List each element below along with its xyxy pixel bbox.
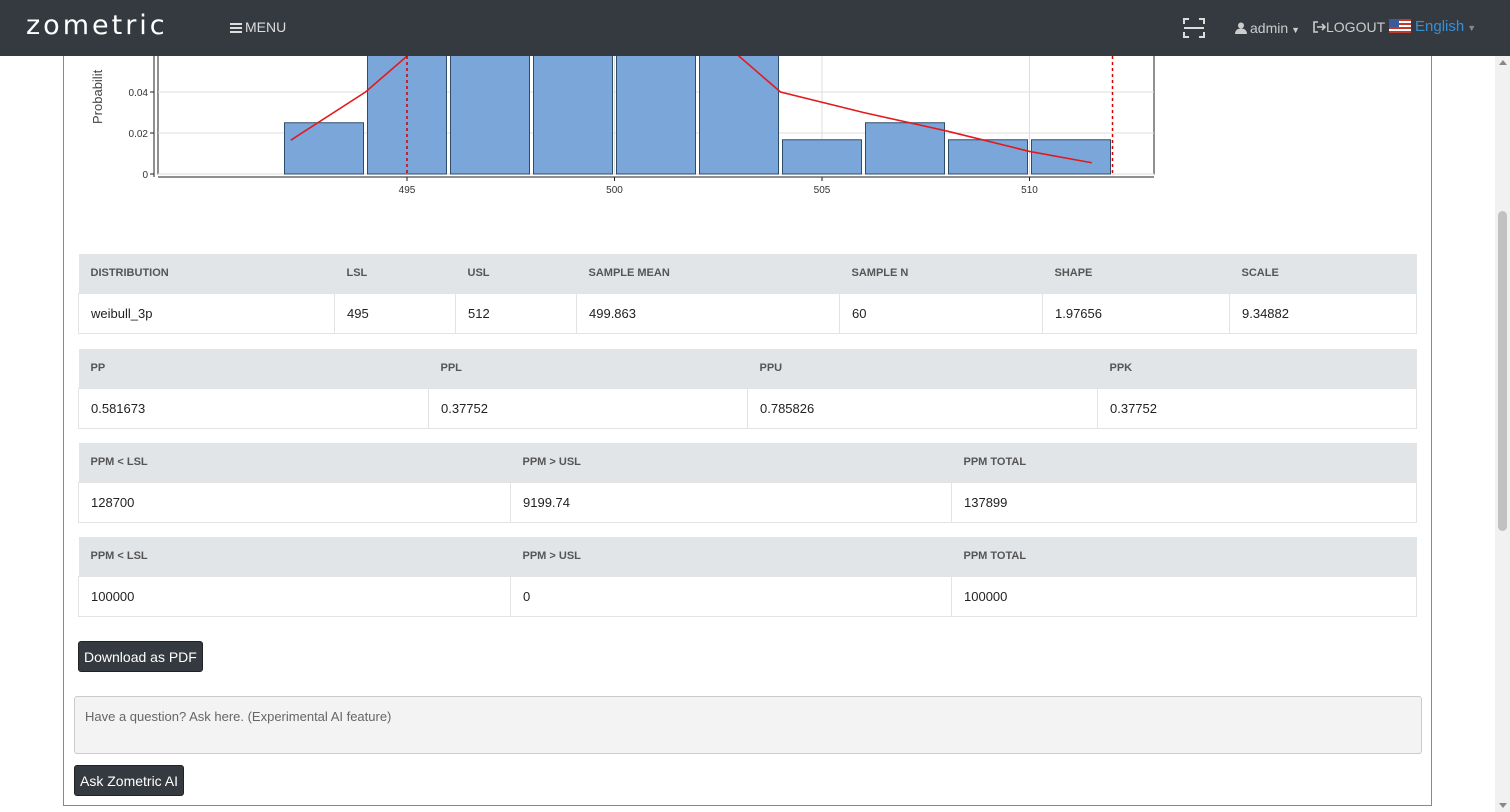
scroll-down-arrow-icon[interactable] xyxy=(1499,803,1507,808)
table-cell: 60 xyxy=(839,292,1043,334)
distribution-table: DISTRIBUTION LSL USL SAMPLE MEAN SAMPLE … xyxy=(78,254,1417,334)
menu-label: MENU xyxy=(245,19,287,35)
logo[interactable]: zometric xyxy=(26,10,168,41)
histogram-bar xyxy=(1031,139,1111,175)
col-header: SAMPLE MEAN xyxy=(576,254,840,293)
table-cell: 495 xyxy=(334,292,456,334)
col-header: PPK xyxy=(1097,349,1417,388)
us-flag-icon xyxy=(1389,19,1411,33)
table-cell: 499.863 xyxy=(576,292,840,334)
col-header: SAMPLE N xyxy=(839,254,1043,293)
table-cell: 128700 xyxy=(78,481,511,523)
histogram-bar xyxy=(699,56,779,175)
histogram-bar xyxy=(782,139,862,175)
table-cell: 100000 xyxy=(78,575,511,617)
table-cell: 0.37752 xyxy=(428,387,748,429)
histogram-bar xyxy=(865,122,945,175)
col-header: PPL xyxy=(428,349,748,388)
y-tick-label: 0.02 xyxy=(129,129,149,140)
table-cell: 0.581673 xyxy=(78,387,429,429)
download-pdf-button[interactable]: Download as PDF xyxy=(78,641,203,672)
table-cell: weibull_3p xyxy=(78,292,335,334)
col-header: PPM TOTAL xyxy=(951,537,1417,576)
language-selector[interactable]: English ▼ xyxy=(1389,18,1476,35)
x-tick-label: 510 xyxy=(1021,185,1038,196)
logout-label: LOGOUT xyxy=(1326,19,1386,35)
x-tick-label: 495 xyxy=(399,185,416,196)
col-header: SHAPE xyxy=(1042,254,1230,293)
scroll-up-arrow-icon[interactable] xyxy=(1499,60,1507,65)
table-cell: 0 xyxy=(510,575,952,617)
histogram-bar xyxy=(533,56,613,175)
ppm-expected-table: PPM < LSL PPM > USL PPM TOTAL 128700 919… xyxy=(78,443,1417,523)
x-tick-label: 500 xyxy=(606,185,623,196)
table-cell: 0.785826 xyxy=(747,387,1098,429)
page-scrollbar[interactable] xyxy=(1495,56,1510,812)
col-header: PPM > USL xyxy=(510,537,952,576)
table-cell: 9199.74 xyxy=(510,481,952,523)
top-navbar: zometric MENU admin ▼ LOGOUT English ▼ xyxy=(0,0,1510,56)
x-tick-label: 505 xyxy=(814,185,831,196)
col-header: LSL xyxy=(334,254,456,293)
ask-question-input[interactable]: Have a question? Ask here. (Experimental… xyxy=(74,696,1422,754)
histogram-bar xyxy=(284,122,364,175)
scan-icon[interactable] xyxy=(1182,16,1206,40)
y-tick-label: 0 xyxy=(142,170,148,181)
histogram-bar xyxy=(450,56,530,175)
ppm-observed-table: PPM < LSL PPM > USL PPM TOTAL 100000 0 1… xyxy=(78,537,1417,617)
col-header: DISTRIBUTION xyxy=(78,254,335,293)
histogram-bar xyxy=(616,56,696,175)
scrollbar-thumb[interactable] xyxy=(1498,211,1507,531)
hamburger-icon xyxy=(230,23,242,33)
table-cell: 512 xyxy=(455,292,577,334)
col-header: PPU xyxy=(747,349,1098,388)
caret-down-icon: ▼ xyxy=(1467,23,1477,33)
col-header: PPM > USL xyxy=(510,443,952,482)
table-row: 128700 9199.74 137899 xyxy=(78,481,1417,523)
ask-ai-button[interactable]: Ask Zometric AI xyxy=(74,765,185,796)
logout-button[interactable]: LOGOUT xyxy=(1313,19,1385,35)
table-row: weibull_3p 495 512 499.863 60 1.97656 9.… xyxy=(78,292,1417,334)
table-cell: 9.34882 xyxy=(1229,292,1417,334)
table-row: 100000 0 100000 xyxy=(78,575,1417,617)
user-label: admin xyxy=(1250,20,1289,36)
table-row: 0.581673 0.37752 0.785826 0.37752 xyxy=(78,387,1417,429)
col-header: PPM < LSL xyxy=(78,537,511,576)
language-label: English xyxy=(1415,18,1465,35)
menu-button[interactable]: MENU xyxy=(230,19,286,35)
y-tick-label: 0.04 xyxy=(129,88,149,99)
table-cell: 100000 xyxy=(951,575,1417,617)
col-header: PPM TOTAL xyxy=(951,443,1417,482)
table-cell: 1.97656 xyxy=(1042,292,1230,334)
table-cell: 0.37752 xyxy=(1097,387,1417,429)
histogram-bar xyxy=(367,56,447,175)
y-axis-label: Probabilit xyxy=(90,69,105,124)
performance-table: PP PPL PPU PPK 0.581673 0.37752 0.785826… xyxy=(78,349,1417,429)
col-header: SCALE xyxy=(1229,254,1417,293)
user-menu[interactable]: admin ▼ xyxy=(1235,20,1300,36)
col-header: USL xyxy=(455,254,577,293)
sign-out-icon xyxy=(1313,21,1327,33)
histogram-chart: 495 500 505 510 0 0.02 0.04 Probabilit xyxy=(90,56,1155,196)
user-icon xyxy=(1235,22,1247,34)
caret-down-icon: ▼ xyxy=(1291,25,1301,35)
col-header: PPM < LSL xyxy=(78,443,511,482)
col-header: PP xyxy=(78,349,429,388)
histogram-bar xyxy=(948,139,1028,175)
table-cell: 137899 xyxy=(951,481,1417,523)
